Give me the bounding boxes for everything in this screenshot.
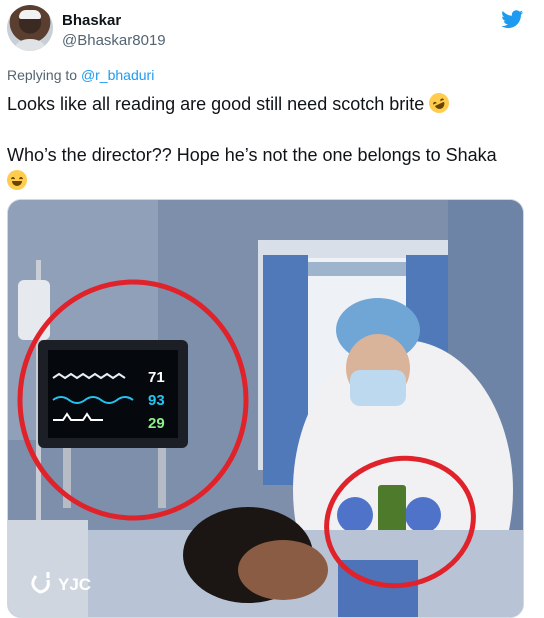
tweet-text: Looks like all reading are good still ne… [7,94,425,114]
author-display-name[interactable]: Bhaskar [62,12,121,29]
tweet-media-image[interactable]: 71 93 29 YJC [7,199,524,618]
replying-to: Replying to @r_bhaduri [7,67,154,83]
monitor-value-top: 71 [148,369,165,386]
author-handle[interactable]: @Bhaskar8019 [62,32,166,49]
replying-to-prefix: Replying to [7,67,81,83]
avatar[interactable] [7,5,53,51]
watermark-text: YJC [58,575,91,594]
rolling-on-the-floor-laughing-emoji-icon [425,89,453,117]
avatar-cap [19,10,41,19]
twitter-bird-icon[interactable] [500,8,525,30]
monitor-value-mid: 93 [148,392,165,409]
face-with-tears-of-joy-emoji-icon [7,170,27,190]
hospital-scene-illustration: 71 93 29 YJC [8,200,523,617]
reply-mention-link[interactable]: @r_bhaduri [81,67,154,83]
tweet-text: Who’s the director?? Hope he’s not the o… [7,145,497,165]
tweet-card: Bhaskar @Bhaskar8019 Replying to @r_bhad… [0,0,544,618]
monitor-value-bottom: 29 [148,415,165,432]
tweet-text-line2: Who’s the director?? Hope he’s not the o… [7,145,497,192]
avatar-shirt [15,39,45,51]
tweet-text-line1: Looks like all reading are good still ne… [7,89,453,117]
